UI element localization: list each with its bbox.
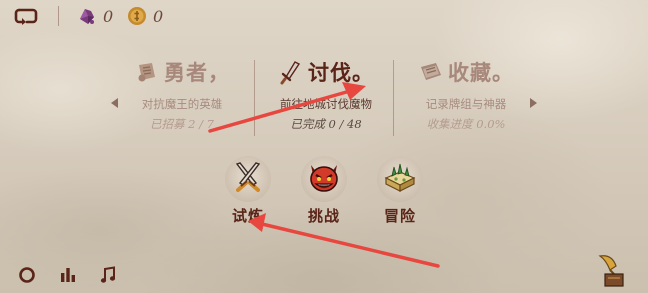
map-crate-icon	[381, 160, 419, 198]
crossed-swords-icon	[230, 159, 266, 199]
mode-trial-label: 试炼	[231, 207, 264, 225]
gramophone-icon[interactable]	[596, 252, 626, 288]
top-divider	[58, 6, 59, 26]
gem-counter: 0	[76, 4, 113, 28]
coin-icon	[126, 5, 148, 27]
category-collection-name: 收藏。	[448, 60, 514, 85]
gem-icon	[76, 5, 98, 27]
mode-challenge-label: 挑战	[307, 207, 340, 225]
category-divider	[393, 60, 394, 136]
parchment-background	[0, 0, 648, 293]
category-selector: 勇者， 对抗魔王的英雄 已招募 2 / 7 讨伐。 前往地城讨伐魔物 已完成 0…	[0, 54, 648, 138]
sword-icon	[278, 59, 304, 85]
category-crusade-name: 讨伐。	[308, 60, 374, 85]
category-divider	[254, 60, 255, 136]
mode-adventure-label: 冒险	[383, 207, 416, 225]
category-crusade-description: 前往地城讨伐魔物	[280, 97, 372, 111]
category-crusade-progress: 已完成 0 / 48	[290, 117, 362, 131]
category-heroes-description: 对抗魔王的英雄	[141, 97, 223, 111]
record-circle-icon[interactable]	[17, 265, 37, 285]
back-icon[interactable]	[14, 6, 38, 26]
top-bar: 0 0	[0, 0, 648, 32]
category-collection[interactable]: 收藏。 记录牌组与神器 收集进度 0.0%	[396, 54, 536, 132]
mode-trial-button[interactable]: 试炼	[223, 156, 273, 226]
book-icon	[418, 59, 444, 85]
category-next-arrow[interactable]	[530, 98, 537, 108]
mode-adventure-button[interactable]: 冒险	[375, 156, 425, 226]
scroll-badge-icon	[134, 59, 160, 85]
category-crusade[interactable]: 讨伐。 前往地城讨伐魔物 已完成 0 / 48	[256, 54, 396, 132]
category-collection-progress: 收集进度 0.0%	[426, 117, 506, 131]
demon-face-icon	[305, 159, 343, 199]
category-heroes-progress: 已招募 2 / 7	[150, 117, 214, 131]
mode-challenge-button[interactable]: 挑战	[299, 156, 349, 226]
category-heroes-name: 勇者，	[164, 60, 230, 85]
music-note-icon[interactable]	[98, 265, 118, 285]
gem-count: 0	[103, 6, 114, 26]
category-heroes[interactable]: 勇者， 对抗魔王的英雄 已招募 2 / 7	[112, 54, 252, 132]
coin-counter: 0	[126, 4, 163, 28]
category-collection-description: 记录牌组与神器	[425, 97, 507, 111]
stats-bars-icon[interactable]	[58, 265, 78, 285]
coin-count: 0	[153, 6, 164, 26]
